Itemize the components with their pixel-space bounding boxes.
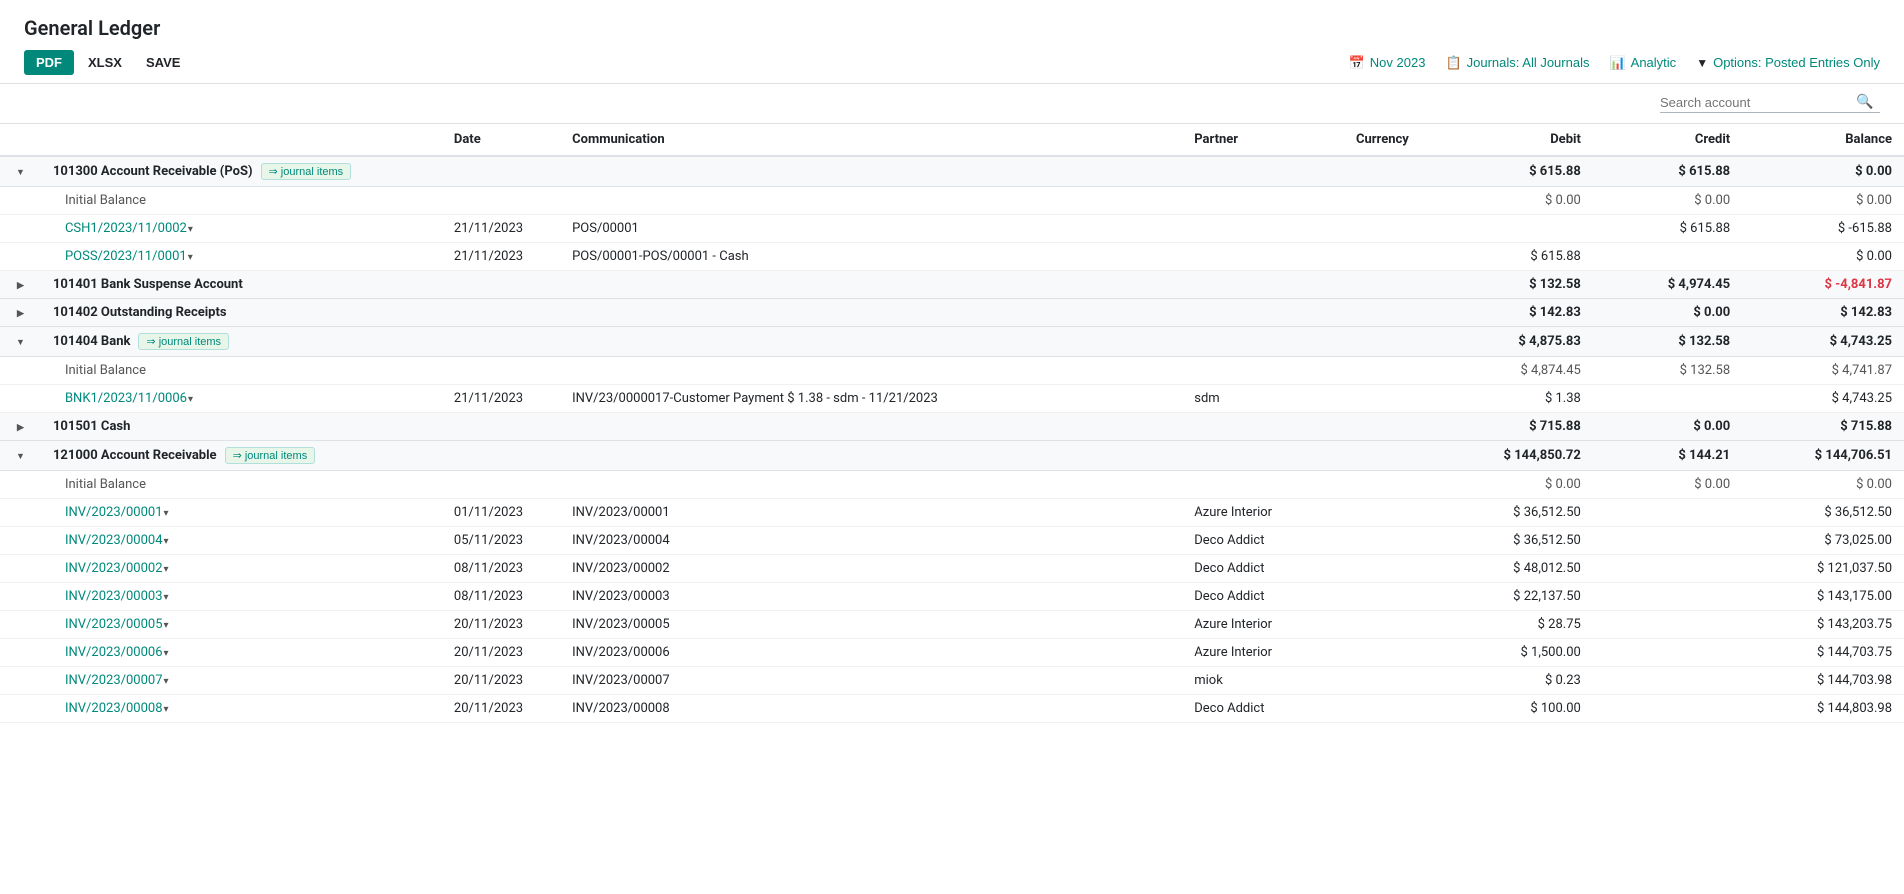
analytic-icon: 📊 bbox=[1609, 55, 1625, 71]
th-credit: Credit bbox=[1593, 124, 1742, 156]
entry-ref-link[interactable]: CSH1/2023/11/0002 bbox=[65, 221, 187, 236]
dropdown-arrow-icon[interactable]: ▾ bbox=[164, 704, 169, 715]
group-header-row: 101402 Outstanding Receipts$ 142.83$ 0.0… bbox=[0, 299, 1904, 327]
ledger-table: Date Communication Partner Currency Debi… bbox=[0, 124, 1904, 723]
expand-toggle[interactable] bbox=[0, 327, 41, 357]
journal-icon: 📋 bbox=[1445, 55, 1461, 71]
entry-ref-link[interactable]: INV/2023/00008 bbox=[65, 701, 163, 716]
table-row: Initial Balance$ 0.00$ 0.00$ 0.00 bbox=[0, 471, 1904, 499]
page-title: General Ledger bbox=[24, 16, 1880, 40]
group-header-row: 101401 Bank Suspense Account$ 132.58$ 4,… bbox=[0, 271, 1904, 299]
group-account-label: 101300 Account Receivable (PoS)⇒ journal… bbox=[41, 156, 442, 187]
search-bar-container: 🔍 bbox=[0, 84, 1904, 124]
table-row: INV/2023/00005▾20/11/2023INV/2023/00005A… bbox=[0, 611, 1904, 639]
filter-icon: ▼ bbox=[1696, 56, 1708, 70]
th-currency: Currency bbox=[1344, 124, 1444, 156]
search-icon: 🔍 bbox=[1856, 94, 1873, 110]
th-expand bbox=[0, 124, 41, 156]
search-input[interactable] bbox=[1660, 95, 1850, 110]
group-header-row: 121000 Account Receivable⇒ journal items… bbox=[0, 441, 1904, 471]
filter-options-button[interactable]: ▼ Options: Posted Entries Only bbox=[1696, 55, 1880, 70]
table-row: INV/2023/00004▾05/11/2023INV/2023/00004D… bbox=[0, 527, 1904, 555]
table-row: POSS/2023/11/0001▾21/11/2023POS/00001-PO… bbox=[0, 243, 1904, 271]
table-row: BNK1/2023/11/0006▾21/11/2023INV/23/00000… bbox=[0, 385, 1904, 413]
journal-items-button[interactable]: ⇒ journal items bbox=[225, 447, 316, 464]
dropdown-arrow-icon[interactable]: ▾ bbox=[164, 564, 169, 575]
group-account-label: 121000 Account Receivable⇒ journal items bbox=[41, 441, 442, 471]
dropdown-arrow-icon[interactable]: ▾ bbox=[164, 620, 169, 631]
group-account-label: 101401 Bank Suspense Account bbox=[41, 271, 442, 299]
dropdown-arrow-icon[interactable]: ▾ bbox=[164, 508, 169, 519]
toolbar-right: 📅 Nov 2023 📋 Journals: All Journals 📊 An… bbox=[1349, 55, 1880, 71]
table-row: INV/2023/00006▾20/11/2023INV/2023/00006A… bbox=[0, 639, 1904, 667]
journal-items-button[interactable]: ⇒ journal items bbox=[261, 163, 352, 180]
filter-date-button[interactable]: 📅 Nov 2023 bbox=[1349, 55, 1426, 71]
dropdown-arrow-icon[interactable]: ▾ bbox=[188, 252, 193, 263]
group-header-row: 101501 Cash$ 715.88$ 0.00$ 715.88 bbox=[0, 413, 1904, 441]
entry-ref-link[interactable]: INV/2023/00003 bbox=[65, 589, 163, 604]
filter-options-label: Options: Posted Entries Only bbox=[1713, 55, 1880, 70]
filter-date-label: Nov 2023 bbox=[1370, 55, 1426, 70]
group-header-row: 101404 Bank⇒ journal items$ 4,875.83$ 13… bbox=[0, 327, 1904, 357]
table-row: INV/2023/00008▾20/11/2023INV/2023/00008D… bbox=[0, 695, 1904, 723]
filter-analytic-button[interactable]: 📊 Analytic bbox=[1609, 55, 1676, 71]
group-account-label: 101404 Bank⇒ journal items bbox=[41, 327, 442, 357]
th-balance: Balance bbox=[1742, 124, 1904, 156]
th-date: Date bbox=[442, 124, 560, 156]
entry-ref-link[interactable]: BNK1/2023/11/0006 bbox=[65, 391, 187, 406]
dropdown-arrow-icon[interactable]: ▾ bbox=[164, 648, 169, 659]
th-communication: Communication bbox=[560, 124, 1182, 156]
entry-ref-link[interactable]: INV/2023/00001 bbox=[65, 505, 163, 520]
dropdown-arrow-icon[interactable]: ▾ bbox=[164, 536, 169, 547]
search-wrapper: 🔍 bbox=[1660, 94, 1880, 113]
table-row: Initial Balance$ 0.00$ 0.00$ 0.00 bbox=[0, 187, 1904, 215]
entry-ref-link[interactable]: INV/2023/00004 bbox=[65, 533, 163, 548]
xlsx-button[interactable]: XLSX bbox=[78, 50, 132, 75]
table-row: INV/2023/00007▾20/11/2023INV/2023/00007m… bbox=[0, 667, 1904, 695]
table-header-row: Date Communication Partner Currency Debi… bbox=[0, 124, 1904, 156]
expand-toggle[interactable] bbox=[0, 156, 41, 187]
table-row: Initial Balance$ 4,874.45$ 132.58$ 4,741… bbox=[0, 357, 1904, 385]
toolbar-left: PDF XLSX SAVE bbox=[24, 50, 190, 75]
group-account-label: 101501 Cash bbox=[41, 413, 442, 441]
expand-toggle[interactable] bbox=[0, 271, 41, 299]
th-partner: Partner bbox=[1182, 124, 1344, 156]
dropdown-arrow-icon[interactable]: ▾ bbox=[164, 676, 169, 687]
entry-ref-link[interactable]: INV/2023/00005 bbox=[65, 617, 163, 632]
filter-analytic-label: Analytic bbox=[1631, 55, 1677, 70]
pdf-button[interactable]: PDF bbox=[24, 50, 74, 75]
group-header-row: 101300 Account Receivable (PoS)⇒ journal… bbox=[0, 156, 1904, 187]
th-debit: Debit bbox=[1444, 124, 1593, 156]
entry-ref-link[interactable]: INV/2023/00006 bbox=[65, 645, 163, 660]
entry-ref-link[interactable]: INV/2023/00002 bbox=[65, 561, 163, 576]
group-account-label: 101402 Outstanding Receipts bbox=[41, 299, 442, 327]
table-row: CSH1/2023/11/0002▾21/11/2023POS/00001$ 6… bbox=[0, 215, 1904, 243]
expand-toggle[interactable] bbox=[0, 413, 41, 441]
table-row: INV/2023/00003▾08/11/2023INV/2023/00003D… bbox=[0, 583, 1904, 611]
filter-journals-button[interactable]: 📋 Journals: All Journals bbox=[1445, 55, 1589, 71]
expand-toggle[interactable] bbox=[0, 441, 41, 471]
th-account bbox=[41, 124, 442, 156]
calendar-icon: 📅 bbox=[1349, 55, 1365, 71]
filter-journals-label: Journals: All Journals bbox=[1467, 55, 1590, 70]
toolbar: PDF XLSX SAVE 📅 Nov 2023 📋 Journals: All… bbox=[24, 50, 1880, 75]
journal-items-button[interactable]: ⇒ journal items bbox=[138, 333, 229, 350]
entry-ref-link[interactable]: INV/2023/00007 bbox=[65, 673, 163, 688]
table-row: INV/2023/00001▾01/11/2023INV/2023/00001A… bbox=[0, 499, 1904, 527]
dropdown-arrow-icon[interactable]: ▾ bbox=[188, 394, 193, 405]
dropdown-arrow-icon[interactable]: ▾ bbox=[164, 592, 169, 603]
dropdown-arrow-icon[interactable]: ▾ bbox=[188, 224, 193, 235]
table-row: INV/2023/00002▾08/11/2023INV/2023/00002D… bbox=[0, 555, 1904, 583]
expand-toggle[interactable] bbox=[0, 299, 41, 327]
save-button[interactable]: SAVE bbox=[136, 50, 190, 75]
entry-ref-link[interactable]: POSS/2023/11/0001 bbox=[65, 249, 187, 264]
table-container: Date Communication Partner Currency Debi… bbox=[0, 124, 1904, 723]
